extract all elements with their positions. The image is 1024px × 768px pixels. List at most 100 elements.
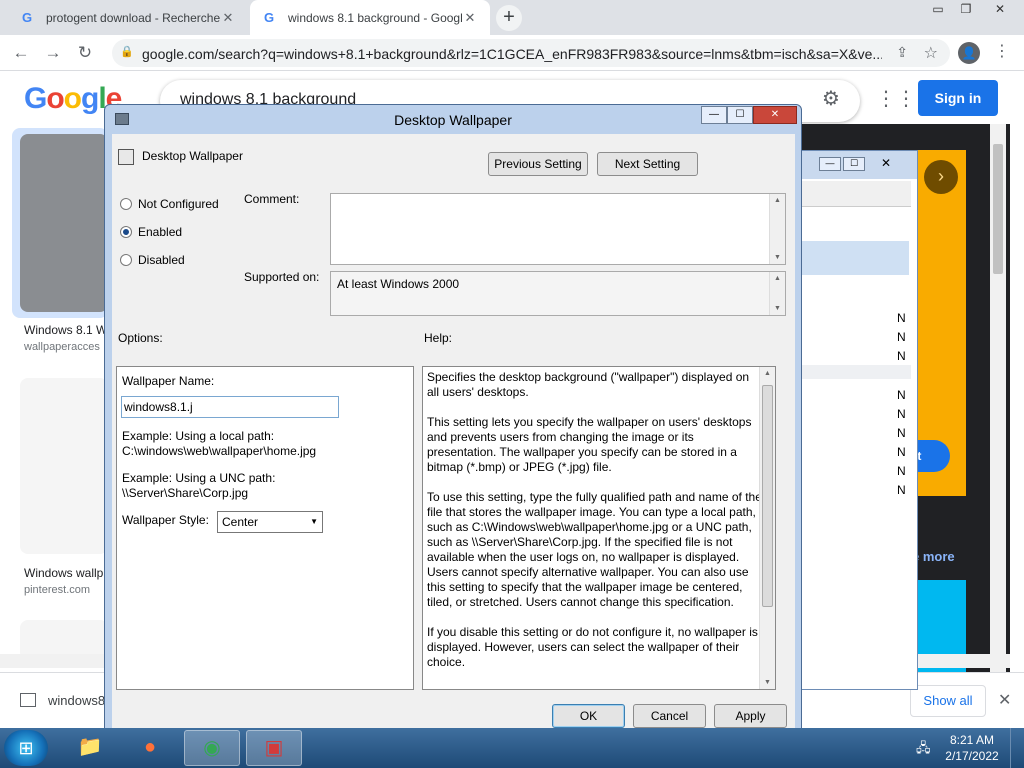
forward-icon[interactable]: → (42, 42, 64, 64)
start-button[interactable]: ⊞ (4, 730, 48, 766)
url-text[interactable]: google.com/search?q=windows+8.1+backgrou… (142, 46, 882, 62)
close-icon[interactable]: ✕ (980, 0, 1020, 20)
previous-setting-button[interactable]: Previous Setting (488, 152, 588, 176)
tab-close-icon[interactable]: ✕ (462, 10, 478, 26)
tab-close-icon[interactable]: ✕ (220, 10, 236, 26)
result-title[interactable]: Windows wallp (24, 566, 103, 580)
reload-icon[interactable]: ↻ (74, 42, 96, 64)
disabled-radio[interactable] (120, 254, 132, 266)
divider-band (801, 365, 911, 379)
not-configured-radio[interactable] (120, 198, 132, 210)
options-label: Options: (118, 331, 163, 345)
google-favicon-icon: G (21, 9, 33, 25)
lock-icon[interactable]: 🔒 (120, 45, 134, 58)
list-item[interactable]: N (897, 349, 906, 363)
network-icon[interactable]: 🖧 (916, 739, 931, 761)
result-image[interactable] (20, 134, 108, 312)
options-panel: Wallpaper Name: windows8.1.j Example: Us… (116, 366, 414, 690)
enabled-radio[interactable] (120, 226, 132, 238)
minimize-icon[interactable]: — (701, 106, 727, 124)
tab-windows-background[interactable]: G windows 8.1 background - Google ✕ (250, 0, 490, 35)
tab-title: protogent download - Recherche (46, 10, 220, 25)
show-desktop-button[interactable] (1010, 728, 1024, 768)
enabled-label[interactable]: Enabled (138, 225, 182, 239)
result-source[interactable]: wallpaperacces (24, 341, 100, 353)
sign-in-button[interactable]: Sign in (918, 80, 998, 116)
google-apps-icon[interactable]: ⋮⋮ (876, 86, 916, 111)
list-item[interactable]: N (897, 464, 906, 478)
browser-toolbar: ← → ↻ 🔒 google.com/search?q=windows+8.1+… (0, 35, 1024, 71)
list-item[interactable]: N (897, 445, 906, 459)
wallpaper-name-label: Wallpaper Name: (122, 374, 215, 388)
see-more-link[interactable]: e more (912, 549, 955, 564)
supported-scrollbar[interactable]: ▲ ▼ (769, 272, 785, 315)
tab-strip: G protogent download - Recherche ✕ G win… (0, 0, 1024, 35)
maximize-icon[interactable]: ☐ (727, 106, 753, 124)
cancel-button[interactable]: Cancel (633, 704, 706, 728)
close-icon[interactable]: ✕ (753, 106, 797, 124)
dropdown-arrow-icon[interactable]: ▼ (310, 512, 318, 532)
toolbox-icon[interactable]: ▣ (246, 730, 302, 766)
download-item[interactable]: windows8 (48, 693, 105, 708)
result-image[interactable] (20, 378, 108, 554)
unc-path-example: Example: Using a UNC path: (122, 471, 276, 485)
dialog-titlebar[interactable]: Desktop Wallpaper — ☐ ✕ (105, 105, 801, 133)
taskbar: ⊞ 📁 ● ◉ ▣ 🖧 8:21 AM 2/17/2022 (0, 728, 1024, 768)
not-configured-label[interactable]: Not Configured (138, 197, 219, 211)
show-all-button[interactable]: Show all (910, 685, 986, 717)
system-clock[interactable]: 8:21 AM 2/17/2022 (940, 732, 1004, 764)
close-icon[interactable]: ✕ (881, 156, 891, 170)
wallpaper-style-label: Wallpaper Style: (122, 513, 209, 527)
dialog-window-controls: — ☐ ✕ (701, 106, 797, 124)
explorer-icon[interactable]: 📁 (62, 730, 118, 766)
minimize-icon[interactable]: — (819, 157, 841, 171)
next-image-chevron-icon[interactable]: › (924, 160, 958, 194)
help-panel: Specifies the desktop background ("wallp… (422, 366, 776, 690)
list-item[interactable]: N (897, 388, 906, 402)
minimize-icon[interactable]: ▭ (924, 0, 952, 20)
scrollbar-thumb[interactable] (762, 385, 773, 607)
address-bar[interactable]: 🔒 google.com/search?q=windows+8.1+backgr… (112, 39, 950, 67)
comment-textarea[interactable]: ▲ ▼ (330, 193, 786, 265)
firefox-icon[interactable]: ● (122, 730, 178, 766)
comment-scrollbar[interactable]: ▲ ▼ (769, 194, 785, 264)
tab-protogent[interactable]: G protogent download - Recherche ✕ (8, 0, 248, 35)
selected-band (801, 241, 909, 275)
new-tab-button[interactable]: + (496, 5, 522, 31)
toolbar-band (801, 181, 911, 207)
result-title[interactable]: Windows 8.1 W (24, 323, 107, 337)
dialog-title: Desktop Wallpaper (394, 112, 512, 128)
next-setting-button[interactable]: Next Setting (597, 152, 698, 176)
chrome-icon[interactable]: ◉ (184, 730, 240, 766)
settings-gear-icon[interactable]: ⚙ (822, 86, 840, 111)
wallpaper-style-select[interactable]: Center ▼ (217, 511, 323, 533)
disabled-label[interactable]: Disabled (138, 253, 185, 267)
restore-icon[interactable]: ❐ (952, 0, 980, 20)
share-icon[interactable]: ⇪ (896, 44, 908, 61)
list-item[interactable]: N (897, 483, 906, 497)
scrollbar-thumb[interactable] (993, 144, 1003, 274)
tab-title: windows 8.1 background - Google (288, 10, 462, 25)
result-source[interactable]: pinterest.com (24, 584, 90, 596)
apply-button[interactable]: Apply (714, 704, 787, 728)
bookmark-star-icon[interactable]: ☆ (924, 43, 938, 63)
list-item[interactable]: N (897, 311, 906, 325)
help-scrollbar[interactable]: ▲ ▼ (759, 367, 775, 689)
setting-name: Desktop Wallpaper (142, 149, 243, 163)
background-window[interactable]: — ☐ ✕ N N N N N N N N N (800, 150, 918, 690)
supported-on-value: At least Windows 2000 (337, 277, 460, 291)
help-paragraph: To use this setting, type the fully qual… (427, 490, 762, 609)
profile-avatar-icon[interactable]: 👤 (958, 42, 980, 64)
back-icon[interactable]: ← (10, 42, 32, 64)
list-item[interactable]: N (897, 330, 906, 344)
maximize-icon[interactable]: ☐ (843, 157, 865, 171)
background-window-titlebar[interactable]: — ☐ ✕ (801, 151, 917, 179)
chrome-menu-icon[interactable]: ⋮ (994, 41, 1010, 61)
ok-button[interactable]: OK (552, 704, 625, 728)
close-download-bar-icon[interactable]: ✕ (998, 690, 1011, 710)
help-paragraph: Specifies the desktop background ("wallp… (427, 370, 750, 399)
wallpaper-name-input[interactable]: windows8.1.j (121, 396, 339, 418)
page-scrollbar[interactable] (990, 124, 1006, 716)
list-item[interactable]: N (897, 407, 906, 421)
list-item[interactable]: N (897, 426, 906, 440)
